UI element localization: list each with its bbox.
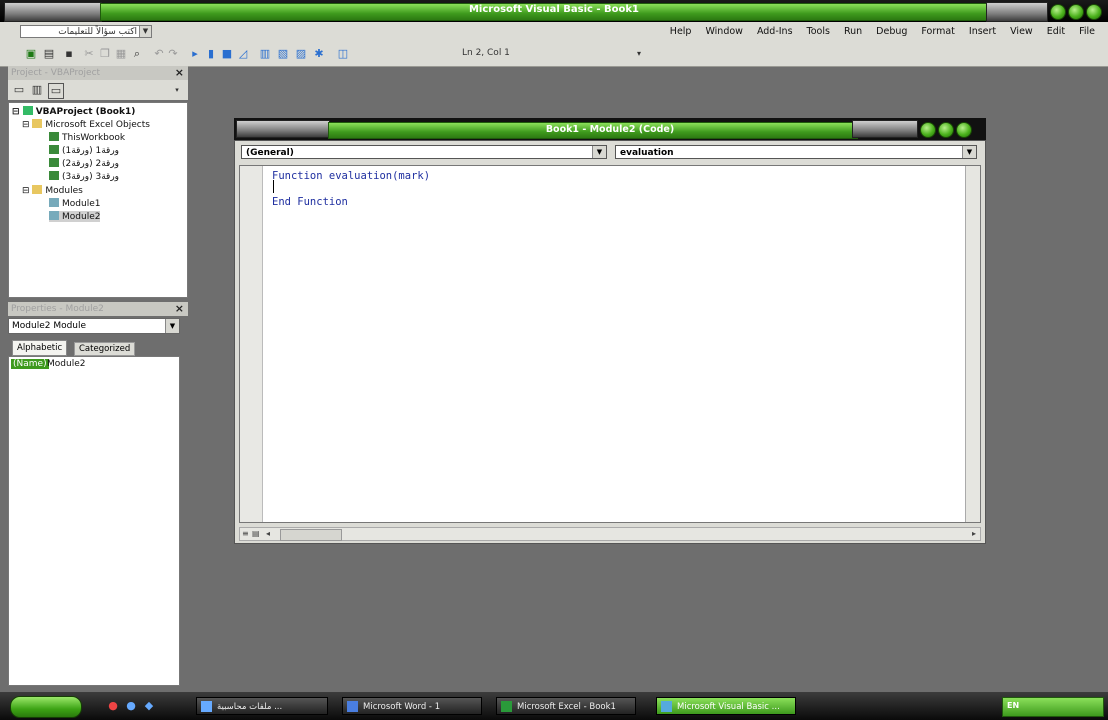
text-caret (273, 180, 274, 193)
close-icon[interactable]: × (175, 66, 184, 80)
window-title: Microsoft Visual Basic - Book1 (468, 4, 640, 15)
task-button-vba[interactable]: Microsoft Visual Basic ... (656, 697, 796, 715)
title-bar: Microsoft Visual Basic - Book1 (0, 0, 1108, 22)
chevron-down-icon[interactable]: ▼ (962, 146, 976, 158)
menu-bar: اكتب سؤالاً للتعليمات ▼ File Edit View In… (0, 22, 1108, 43)
scroll-right-icon[interactable]: ▸ (972, 529, 976, 538)
excel-icon[interactable]: ▣ (24, 47, 38, 61)
project-pane-title: Project - VBAProject × (8, 66, 188, 80)
undo-icon[interactable]: ↶ (152, 47, 166, 61)
break-icon[interactable]: ▮ (204, 47, 218, 61)
view-code-icon[interactable]: ▭ (12, 83, 26, 97)
menu-run[interactable]: Run (837, 26, 869, 37)
full-module-view-icon[interactable]: ▤ (252, 529, 260, 538)
code-line-3[interactable]: End Function (272, 196, 348, 208)
code-line-1[interactable]: Function evaluation(mark) (272, 170, 430, 182)
close-icon[interactable]: × (175, 302, 184, 316)
properties-window-icon[interactable]: ▧ (276, 47, 290, 61)
close-button[interactable] (956, 122, 972, 138)
system-tray: EN (1002, 697, 1104, 717)
chevron-down-icon[interactable]: ▼ (592, 146, 606, 158)
toolbox-icon[interactable]: ✱ (312, 47, 326, 61)
menu-file[interactable]: File (1072, 26, 1102, 37)
quicklaunch-icon[interactable]: ● (106, 699, 120, 713)
tree-item-sheet3[interactable]: ورقة3 (ورقة3) (49, 171, 119, 182)
menu-format[interactable]: Format (914, 26, 961, 37)
maximize-button[interactable] (1068, 4, 1084, 20)
menu-debug[interactable]: Debug (869, 26, 914, 37)
menu-help[interactable]: Help (663, 26, 699, 37)
reset-icon[interactable]: ■ (220, 47, 234, 61)
property-name-value[interactable]: Module2 (47, 359, 85, 369)
tree-item-module1[interactable]: Module1 (49, 198, 100, 209)
close-button[interactable] (1086, 4, 1102, 20)
minimize-button[interactable] (920, 122, 936, 138)
project-pane-toolbar: ▭ ▥ ▭ ▾ (8, 80, 188, 100)
menu-edit[interactable]: Edit (1040, 26, 1072, 37)
object-browser-icon[interactable]: ▨ (294, 47, 308, 61)
object-combo[interactable]: (General) ▼ (241, 145, 607, 159)
vertical-scrollbar[interactable] (965, 166, 980, 522)
cut-icon[interactable]: ✂ (82, 47, 96, 61)
help-icon[interactable]: ◫ (336, 47, 350, 61)
project-tree[interactable]: ⊟ VBAProject (Book1) ⊟ Microsoft Excel O… (8, 102, 188, 298)
menu-window[interactable]: Window (698, 26, 749, 37)
tab-alphabetic[interactable]: Alphabetic (12, 340, 68, 356)
save-icon[interactable]: ▪ (62, 47, 76, 61)
procedure-combo[interactable]: evaluation ▼ (615, 145, 977, 159)
menu-addins[interactable]: Add-Ins (750, 26, 800, 37)
tab-categorized[interactable]: Categorized (74, 342, 136, 356)
chevron-down-icon[interactable]: ▼ (139, 26, 151, 37)
property-name-label[interactable]: (Name) (11, 359, 49, 369)
horizontal-scrollbar[interactable]: ≡ ▤ ◂ ▸ (239, 527, 981, 541)
standard-toolbar: ▣ ▤ ▪ ✂ ❐ ▦ ⌕ ↶ ↷ ▸ ▮ ■ ◿ ▥ ▧ ▨ ✱ ◫ Ln 2… (0, 42, 1108, 67)
ask-question-input[interactable]: اكتب سؤالاً للتعليمات ▼ (20, 25, 152, 38)
properties-grid[interactable]: (Name) Module2 (8, 356, 180, 686)
tree-item-module2[interactable]: Module2 (49, 211, 101, 222)
task-button-folder[interactable]: ملفات محاسبية ... (196, 697, 328, 715)
project-explorer-icon[interactable]: ▥ (258, 47, 272, 61)
cursor-position: Ln 2, Col 1 (462, 48, 510, 58)
maximize-button[interactable] (938, 122, 954, 138)
menu-tools[interactable]: Tools (800, 26, 837, 37)
start-button[interactable] (10, 696, 82, 718)
procedure-view-icon[interactable]: ≡ (242, 529, 249, 538)
tree-folder-objects[interactable]: ⊟ Microsoft Excel Objects (22, 119, 150, 130)
tree-item-thisworkbook[interactable]: ThisWorkbook (49, 132, 125, 143)
language-indicator[interactable]: EN (1007, 701, 1019, 710)
code-editor[interactable]: Function evaluation(mark) End Function (239, 165, 981, 523)
tree-folder-modules[interactable]: ⊟ Modules (22, 185, 83, 196)
toolbar-options-icon[interactable]: ▾ (632, 47, 646, 61)
insert-module-icon[interactable]: ▤ (42, 47, 56, 61)
find-icon[interactable]: ⌕ (130, 47, 144, 61)
minimize-button[interactable] (1050, 4, 1066, 20)
run-icon[interactable]: ▸ (188, 47, 202, 61)
toggle-folders-icon[interactable]: ▭ (48, 83, 64, 99)
properties-object-select[interactable]: Module2 Module ▼ (8, 318, 180, 334)
scroll-left-icon[interactable]: ◂ (266, 529, 270, 538)
quicklaunch-icon[interactable]: ◆ (142, 699, 156, 713)
tree-item-sheet2[interactable]: ورقة2 (ورقة2) (49, 158, 119, 169)
chevron-down-icon[interactable]: ▼ (165, 319, 179, 333)
menu-view[interactable]: View (1003, 26, 1040, 37)
tree-root[interactable]: ⊟ VBAProject (Book1) (12, 106, 135, 117)
margin-indicator-bar[interactable] (240, 166, 263, 522)
task-button-excel[interactable]: Microsoft Excel - Book1 (496, 697, 636, 715)
copy-icon[interactable]: ❐ (98, 47, 112, 61)
view-object-icon[interactable]: ▥ (30, 83, 44, 97)
code-window: Book1 - Module2 (Code) (General) ▼ evalua… (234, 118, 986, 544)
code-window-title-bar: Book1 - Module2 (Code) (234, 118, 986, 140)
redo-icon[interactable]: ↷ (166, 47, 180, 61)
properties-pane-title: Properties - Module2 × (8, 302, 188, 316)
paste-icon[interactable]: ▦ (114, 47, 128, 61)
menu-insert[interactable]: Insert (962, 26, 1003, 37)
quicklaunch-icon[interactable]: ● (124, 699, 138, 713)
tree-item-sheet1[interactable]: ورقة1 (ورقة1) (49, 145, 119, 156)
scroll-thumb[interactable] (280, 529, 342, 541)
design-mode-icon[interactable]: ◿ (236, 47, 250, 61)
taskbar: ● ● ◆ ملفات محاسبية ... Microsoft Word -… (0, 692, 1108, 720)
task-button-word[interactable]: Microsoft Word - 1 (342, 697, 482, 715)
